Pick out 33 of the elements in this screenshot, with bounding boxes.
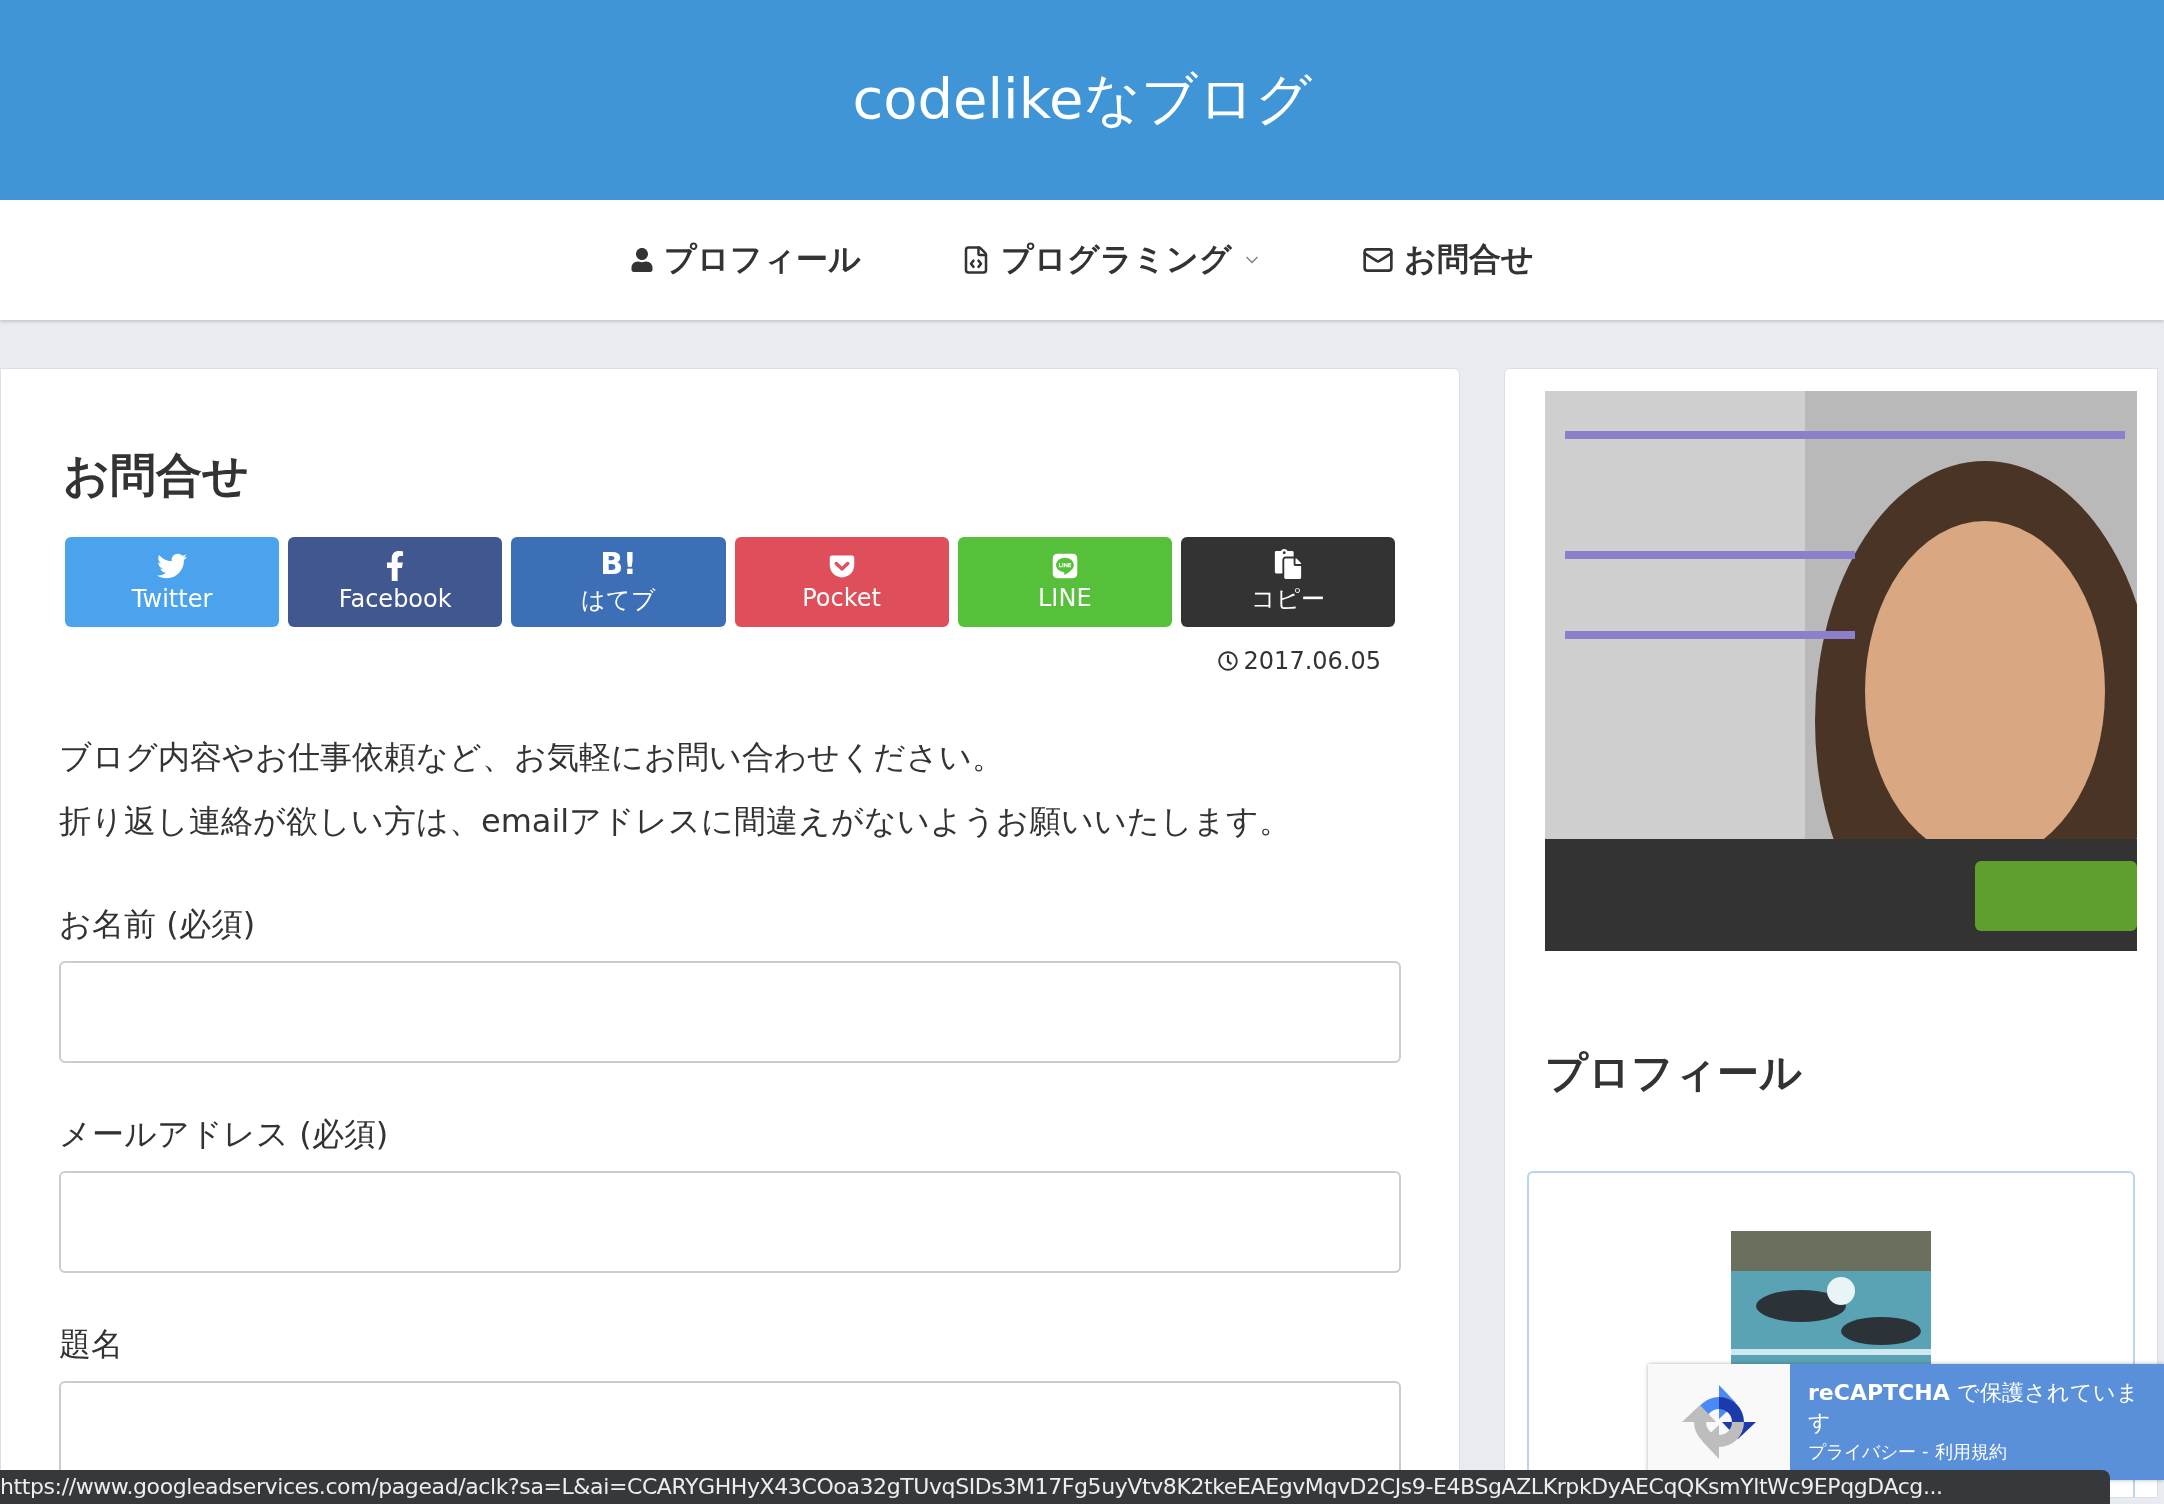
recaptcha-text: reCAPTCHA で保護されています <box>1808 1379 2140 1437</box>
nav-link[interactable]: プログラミング <box>961 238 1262 282</box>
page-title: お問合せ <box>63 447 250 504</box>
nav-link[interactable]: お問合せ <box>1362 238 1534 282</box>
separator-text: - <box>1922 1440 1929 1463</box>
hatena-icon: B! <box>600 548 637 580</box>
chat-bubble-icon <box>1050 552 1079 580</box>
sidebar-heading: プロフィール <box>1545 1047 1803 1099</box>
share-button[interactable]: コピー <box>1180 537 1396 627</box>
body-text: 折り返し連絡が欲しい方は、emailアドレスに間違えがないようお願いいたします。 <box>59 801 1293 842</box>
input-field[interactable] <box>59 961 1401 1063</box>
nav-link[interactable]: プロフィール <box>630 238 861 282</box>
post-date: 2017.06.05 <box>1217 647 1381 675</box>
input-field[interactable] <box>59 1171 1401 1273</box>
copy-icon <box>1272 549 1303 579</box>
field-label: 題名 <box>59 1324 124 1365</box>
share-button[interactable]: Pocket <box>734 537 949 627</box>
field-label: メールアドレス (必須) <box>59 1114 390 1155</box>
share-button[interactable]: Facebook <box>288 537 503 627</box>
share-button[interactable]: B! はてブ <box>511 537 726 627</box>
field-label: お名前 (必須) <box>59 904 257 945</box>
link-url: https://www.googleadservices.com/pagead/aclk?sa=L&ai=CCARYGHHyX43COoa32gTUvqSIDs3M17Fg5uyVtv8K2tkeEAEgvMqvD2CJs9-E4BSgAZLKrpkDyAECqQKsmYltWc9EPqgDAcg... <box>0 1474 1943 1499</box>
body-text: ブログ内容やお仕事依頼など、お気軽にお問い合わせください。 <box>59 737 1005 778</box>
share-button[interactable]: Twitter <box>65 537 280 627</box>
nav-label: プログラミング <box>1001 239 1232 280</box>
nav-label: プロフィール <box>664 239 861 280</box>
nav-label: お問合せ <box>1404 239 1534 280</box>
clock-icon <box>1217 651 1238 671</box>
site-title[interactable]: codelikeなブログ <box>852 62 1312 138</box>
terms-link[interactable]: 利用規約 <box>1934 1440 2007 1464</box>
privacy-link[interactable]: プライバシー <box>1808 1440 1916 1464</box>
bird-icon <box>157 551 188 581</box>
user-icon <box>630 248 654 272</box>
